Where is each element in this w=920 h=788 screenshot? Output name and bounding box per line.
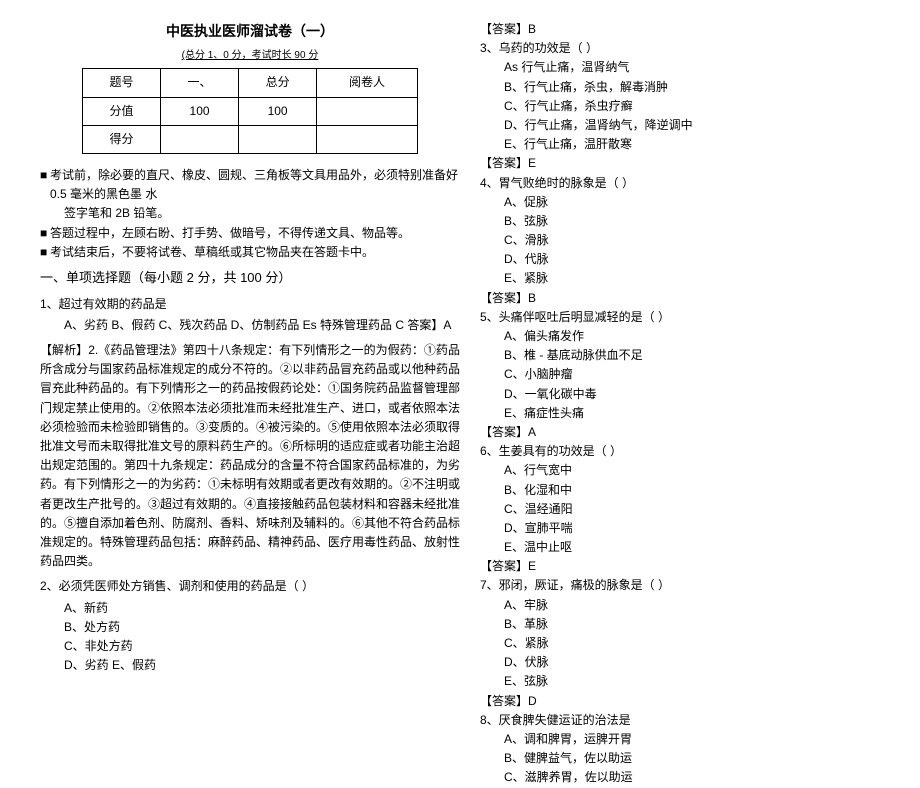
option: A、调和脾胃，运脾开胃 (480, 730, 900, 749)
option: As 行气止痛，温肾纳气 (480, 58, 900, 77)
cell: 100 (161, 97, 239, 125)
option: E、行气止痛，温肝散寒 (480, 135, 900, 154)
instruction-text: 签字笔和 2B 铅笔。 (50, 204, 169, 223)
square-bullet-icon: ■ (40, 166, 50, 185)
instruction-text: 考试结束后，不要将试卷、草稿纸或其它物品夹在答题卡中。 (50, 243, 374, 262)
cell (161, 125, 239, 153)
cell: 一、 (161, 69, 239, 97)
option: C、小脑肿瘤 (480, 365, 900, 384)
answer-label: 【答案】B (480, 20, 900, 39)
option: C、行气止痛，杀虫疗癣 (480, 97, 900, 116)
right-column: 【答案】B 3、乌药的功效是（ ） As 行气止痛，温肾纳气 B、行气止痛，杀虫… (470, 20, 910, 641)
question-stem: 7、邪闭，厥证，痛极的脉象是（ ） (480, 576, 900, 595)
option: E、弦脉 (480, 672, 900, 691)
option: B、弦脉 (480, 212, 900, 231)
answer-label: 【答案】E (480, 557, 900, 576)
instruction-text: 答题过程中，左顾右盼、打手势、做暗号，不得传递文具、物品等。 (50, 224, 410, 243)
section-heading: 一、单项选择题（每小题 2 分，共 100 分） (40, 268, 460, 289)
cell (317, 97, 418, 125)
option: D、行气止痛，温肾纳气，降逆调中 (480, 116, 900, 135)
exam-title: 中医执业医师溜试卷（一） (40, 20, 460, 42)
option: A、新药 (40, 599, 460, 618)
analysis-block: 【解析】2.《药品管理法》第四十八条规定：有下列情形之一的为假药：①药品所含成分… (40, 341, 460, 571)
answer-label: 【答案】E (480, 154, 900, 173)
option: B、处方药 (40, 618, 460, 637)
question-stem: 4、胃气败绝时的脉象是（ ） (480, 174, 900, 193)
option: D、代脉 (480, 250, 900, 269)
cell: 题号 (83, 69, 161, 97)
option: C、滋脾养胃，佐以助运 (480, 768, 900, 787)
option: B、椎 - 基底动脉供血不足 (480, 346, 900, 365)
cell (317, 125, 418, 153)
square-bullet-icon: ■ (40, 243, 50, 262)
question-stem: 2、必须凭医师处方销售、调剂和使用的药品是（ ） (40, 577, 460, 596)
answer-label: 【答案】D (480, 692, 900, 711)
question-stem: 6、生姜具有的功效是（ ） (480, 442, 900, 461)
cell: 分值 (83, 97, 161, 125)
left-column: 中医执业医师溜试卷（一） (总分 1、0 分，考试时长 90 分 题号 一、 总… (30, 20, 470, 641)
table-row: 题号 一、 总分 阅卷人 (83, 69, 418, 97)
answer-label: 【答案】A (480, 423, 900, 442)
cell: 100 (239, 97, 317, 125)
option: E、紧脉 (480, 269, 900, 288)
option: E、痛症性头痛 (480, 404, 900, 423)
option: B、健脾益气，佐以助运 (480, 749, 900, 768)
score-table: 题号 一、 总分 阅卷人 分值 100 100 得分 (82, 68, 418, 154)
option: C、非处方药 (40, 637, 460, 656)
table-row: 分值 100 100 (83, 97, 418, 125)
table-row: 得分 (83, 125, 418, 153)
option: C、温经通阳 (480, 500, 900, 519)
option: A、促脉 (480, 193, 900, 212)
instructions: ■ 考试前，除必要的直尺、橡皮、圆规、三角板等文具用品外，必须特别准备好 0.5… (40, 166, 460, 262)
option: E、温中止呕 (480, 538, 900, 557)
question-stem: 3、乌药的功效是（ ） (480, 39, 900, 58)
instruction-text: 考试前，除必要的直尺、橡皮、圆规、三角板等文具用品外，必须特别准备好 0.5 毫… (50, 166, 460, 204)
cell: 得分 (83, 125, 161, 153)
option: D、宣肺平喘 (480, 519, 900, 538)
question-stem: 8、厌食脾失健运证的治法是 (480, 711, 900, 730)
option: C、滑脉 (480, 231, 900, 250)
answer-label: 【答案】B (480, 289, 900, 308)
option: B、化湿和中 (480, 481, 900, 500)
exam-page: 中医执业医师溜试卷（一） (总分 1、0 分，考试时长 90 分 题号 一、 总… (0, 0, 920, 651)
cell (239, 125, 317, 153)
option: A、偏头痛发作 (480, 327, 900, 346)
option: D、伏脉 (480, 653, 900, 672)
cell: 总分 (239, 69, 317, 97)
exam-subtitle: (总分 1、0 分，考试时长 90 分 (40, 48, 460, 64)
option: A、行气宽中 (480, 461, 900, 480)
question-options: A、劣药 B、假药 C、残次药品 D、仿制药品 Es 特殊管理药品 C 答案】A (40, 316, 460, 335)
option: A、牢脉 (480, 596, 900, 615)
option: D、劣药 E、假药 (40, 656, 460, 675)
option: B、行气止痛，杀虫，解毒消肿 (480, 78, 900, 97)
option: B、革脉 (480, 615, 900, 634)
question-stem: 1、超过有效期的药品是 (40, 295, 460, 314)
question-1: 1、超过有效期的药品是 A、劣药 B、假药 C、残次药品 D、仿制药品 Es 特… (40, 295, 460, 335)
question-stem: 5、头痛伴呕吐后明显减轻的是（ ） (480, 308, 900, 327)
question-2: 2、必须凭医师处方销售、调剂和使用的药品是（ ） A、新药 B、处方药 C、非处… (40, 577, 460, 675)
option: D、一氧化碳中毒 (480, 385, 900, 404)
option: C、紧脉 (480, 634, 900, 653)
cell: 阅卷人 (317, 69, 418, 97)
square-bullet-icon: ■ (40, 224, 50, 243)
